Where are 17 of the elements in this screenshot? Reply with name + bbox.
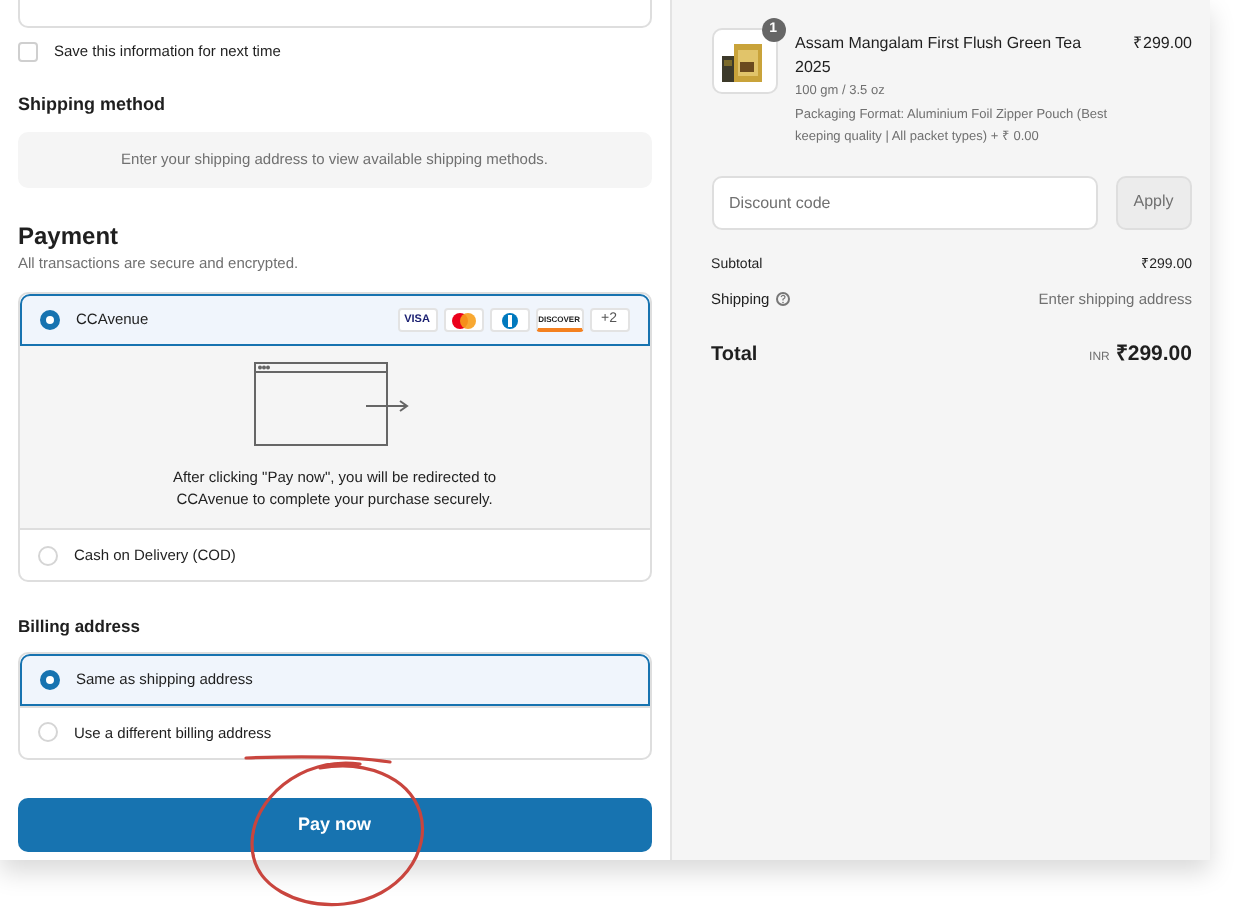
- pay-now-button[interactable]: Pay now: [18, 797, 652, 852]
- mastercard-icon: [443, 308, 484, 332]
- section-heading: Payment: [18, 221, 121, 250]
- checkbox[interactable]: [18, 41, 38, 62]
- discount-code-field[interactable]: Discount code: [711, 175, 1098, 230]
- radio-button[interactable]: [40, 669, 60, 690]
- section-heading: Shipping method: [18, 92, 167, 119]
- total-label: Total: [711, 341, 758, 370]
- input-field[interactable]: [18, 0, 652, 28]
- product-name: Assam Mangalam First Flush Green Tea 2025: [795, 32, 1084, 80]
- help-icon[interactable]: [775, 292, 790, 307]
- total-value: ₹299.00: [1115, 339, 1192, 369]
- product-price: ₹299.00: [1133, 32, 1192, 56]
- diners-icon: [489, 308, 530, 332]
- apply-button[interactable]: Apply: [1115, 175, 1192, 230]
- radio-button[interactable]: [40, 310, 60, 330]
- section-heading: Billing address: [18, 614, 142, 640]
